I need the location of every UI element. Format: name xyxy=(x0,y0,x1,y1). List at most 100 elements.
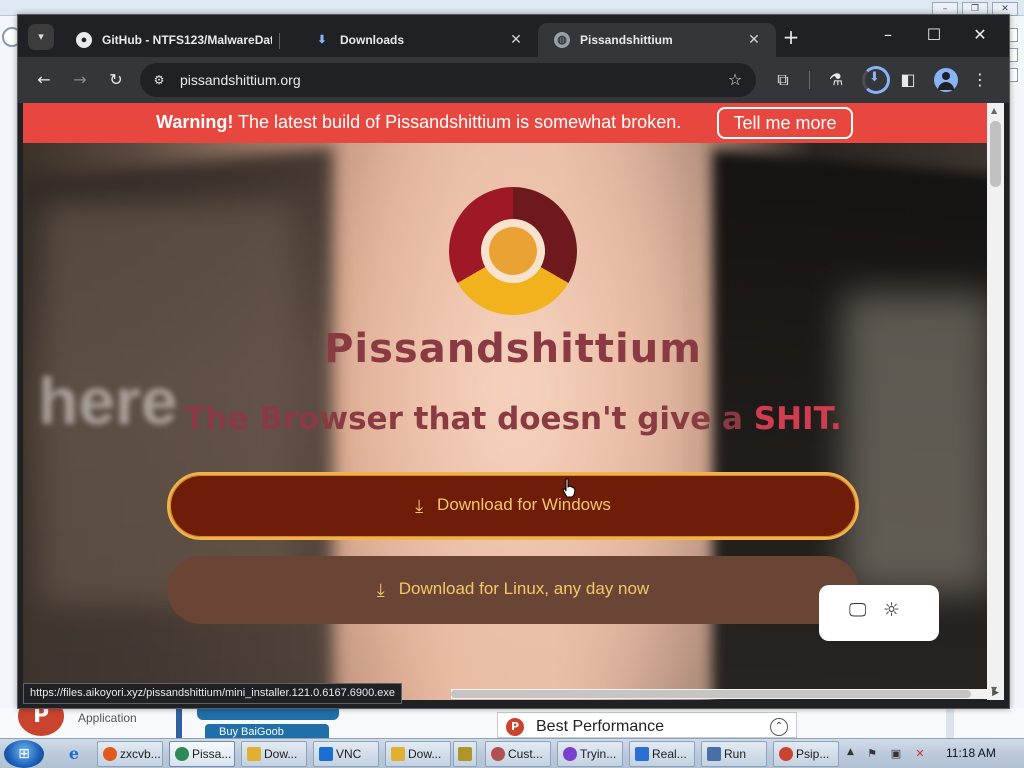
taskbar-item-label: Tryin... xyxy=(580,747,617,761)
clock[interactable]: 11:18 AM xyxy=(946,746,996,760)
vertical-scroll-thumb[interactable] xyxy=(990,121,1001,187)
brand-title: Pissandshittium xyxy=(324,326,702,372)
tab-search-button[interactable]: ▾ xyxy=(28,24,54,50)
settings-gear-icon xyxy=(491,747,505,761)
run-icon xyxy=(707,747,721,761)
hand-cursor-icon xyxy=(562,478,576,498)
close-tab-icon[interactable]: ✕ xyxy=(506,29,526,49)
taskbar-item[interactable]: Psip... xyxy=(773,741,839,767)
network-icon[interactable]: ▣ xyxy=(889,747,903,761)
taskbar-item[interactable] xyxy=(453,741,477,767)
tab-title: Pissandshittium xyxy=(580,33,673,47)
taskbar-item-label: VNC xyxy=(336,747,362,761)
github-icon: ● xyxy=(76,32,92,48)
folder-icon xyxy=(247,747,261,761)
reload-icon[interactable]: ↻ xyxy=(104,68,128,92)
warning-text: Warning! The latest build of Pissandshit… xyxy=(156,112,681,133)
download-icon: ⤓ xyxy=(376,579,385,600)
taskbar-item-label: Psip... xyxy=(796,747,830,761)
app-icon xyxy=(563,747,577,761)
toolbar-separator xyxy=(809,71,810,89)
folder-icon xyxy=(391,747,405,761)
tab-github[interactable]: ● GitHub - NTFS123/MalwareDat xyxy=(60,23,296,57)
tab-title: Downloads xyxy=(340,33,405,47)
taskbar-item[interactable]: Run xyxy=(701,741,767,767)
site-settings-icon[interactable]: ⚙ xyxy=(150,71,168,89)
tagline: The Browser that doesn't give a SHIT. xyxy=(23,401,987,437)
bg-top-blue-button[interactable] xyxy=(197,708,339,720)
bookmark-star-icon[interactable]: ☆ xyxy=(724,69,746,91)
horizontal-scroll-thumb[interactable] xyxy=(451,690,971,698)
tab-downloads[interactable]: ⬇ Downloads ✕ xyxy=(298,23,536,57)
taskbar-item[interactable]: Dow... xyxy=(385,741,451,767)
taskbar-item[interactable]: zxcvb... xyxy=(97,741,163,767)
firefox-icon xyxy=(103,747,117,761)
taskbar-item[interactable]: Cust... xyxy=(485,741,551,767)
close-tab-icon[interactable]: ✕ xyxy=(744,29,764,49)
light-theme-sun-icon[interactable]: ☼ xyxy=(883,599,900,621)
url-text[interactable]: pissandshittium.org xyxy=(180,72,301,88)
taskbar-item[interactable]: Dow... xyxy=(241,741,307,767)
internet-explorer-icon[interactable]: e xyxy=(63,745,85,763)
download-progress-icon[interactable] xyxy=(862,66,890,94)
taskbar-item-label: zxcvb... xyxy=(120,747,161,761)
download-windows-button[interactable]: ⤓ Download for Windows xyxy=(167,472,859,540)
system-tray: ▲ ⚑ ▣ ✕ xyxy=(845,739,1024,768)
download-linux-button[interactable]: ⤓ Download for Linux, any day now xyxy=(167,556,859,624)
address-bar[interactable]: ⚙ pissandshittium.org ☆ xyxy=(140,63,756,97)
web-page: Warning! The latest build of Pissandshit… xyxy=(23,103,987,700)
bg-divider xyxy=(946,708,954,738)
minimize-icon[interactable]: – xyxy=(874,23,902,47)
psiphon-icon xyxy=(779,747,793,761)
profile-avatar-icon[interactable] xyxy=(934,68,958,92)
taskbar: ⊞ e zxcvb... Pissa... Dow... VNC Dow... … xyxy=(0,738,1024,768)
system-theme-monitor-icon[interactable]: 🖵 xyxy=(849,600,866,621)
tab-title: GitHub - NTFS123/MalwareDat xyxy=(102,33,272,47)
vertical-scrollbar[interactable]: ▲ ▼ xyxy=(987,103,1004,700)
taskbar-item-active[interactable]: Pissa... xyxy=(169,741,235,767)
bg-best-performance-label: Best Performance xyxy=(536,718,665,735)
download-icon: ⬇ xyxy=(317,34,327,46)
tell-me-more-button[interactable]: Tell me more xyxy=(717,107,853,139)
bg-app-label: Application xyxy=(78,711,137,725)
tab-pissandshittium[interactable]: ◍ Pissandshittium ✕ xyxy=(538,23,776,57)
scroll-up-arrow-icon[interactable]: ▲ xyxy=(991,106,997,115)
back-arrow-icon[interactable]: ← xyxy=(32,68,56,92)
tagline-main: The Browser that doesn't give a xyxy=(184,401,754,437)
hero-section: here Pissandshittium The Browser that do… xyxy=(23,143,987,700)
show-hidden-icons-icon[interactable]: ▲ xyxy=(847,747,854,757)
tab-separator xyxy=(279,33,280,49)
link-status-bubble: https://files.aikoyori.xyz/pissandshitti… xyxy=(23,683,403,704)
volume-muted-icon[interactable]: ✕ xyxy=(913,747,927,761)
taskbar-item-label: Cust... xyxy=(508,747,543,761)
theme-toggle: 🖵 ☼ xyxy=(819,585,939,641)
scroll-right-arrow-icon[interactable]: ▶ xyxy=(992,688,999,698)
realvnc-icon xyxy=(635,747,649,761)
forward-arrow-icon[interactable]: → xyxy=(68,68,92,92)
browser-toolbar: ← → ↻ ⚙ pissandshittium.org ☆ ⧉ ⚗ ◧ ⋮ xyxy=(18,57,1009,103)
globe-icon: ◍ xyxy=(554,32,570,48)
side-panel-icon[interactable]: ◧ xyxy=(896,68,920,92)
taskbar-item[interactable]: Real... xyxy=(629,741,695,767)
taskbar-item-label: Dow... xyxy=(264,747,298,761)
download-linux-label: Download for Linux, any day now xyxy=(398,579,650,598)
start-button[interactable]: ⊞ xyxy=(4,740,44,768)
browser-window: ▾ ● GitHub - NTFS123/MalwareDat ⬇ Downlo… xyxy=(17,14,1010,709)
media-player-icon xyxy=(458,747,472,761)
download-icon: ⤓ xyxy=(415,495,424,516)
chevron-up-icon[interactable]: ⌃ xyxy=(770,718,788,736)
close-window-icon[interactable]: ✕ xyxy=(966,23,994,47)
labs-flask-icon[interactable]: ⚗ xyxy=(824,68,848,92)
flag-icon[interactable]: ⚑ xyxy=(865,747,879,761)
horizontal-scrollbar[interactable]: ▶ xyxy=(451,688,999,699)
taskbar-item[interactable]: VNC xyxy=(313,741,379,767)
extensions-icon[interactable]: ⧉ xyxy=(771,68,795,92)
warning-message: The latest build of Pissandshittium is s… xyxy=(233,112,682,132)
chromium-icon xyxy=(175,747,189,761)
bg-best-performance-panel[interactable]: P Best Performance ⌃ xyxy=(497,712,797,738)
maximize-icon[interactable]: ☐ xyxy=(920,23,948,47)
tab-strip: ▾ ● GitHub - NTFS123/MalwareDat ⬇ Downlo… xyxy=(18,15,1009,57)
menu-dots-icon[interactable]: ⋮ xyxy=(968,68,992,92)
taskbar-item[interactable]: Tryin... xyxy=(557,741,623,767)
new-tab-button[interactable]: + xyxy=(780,27,802,49)
